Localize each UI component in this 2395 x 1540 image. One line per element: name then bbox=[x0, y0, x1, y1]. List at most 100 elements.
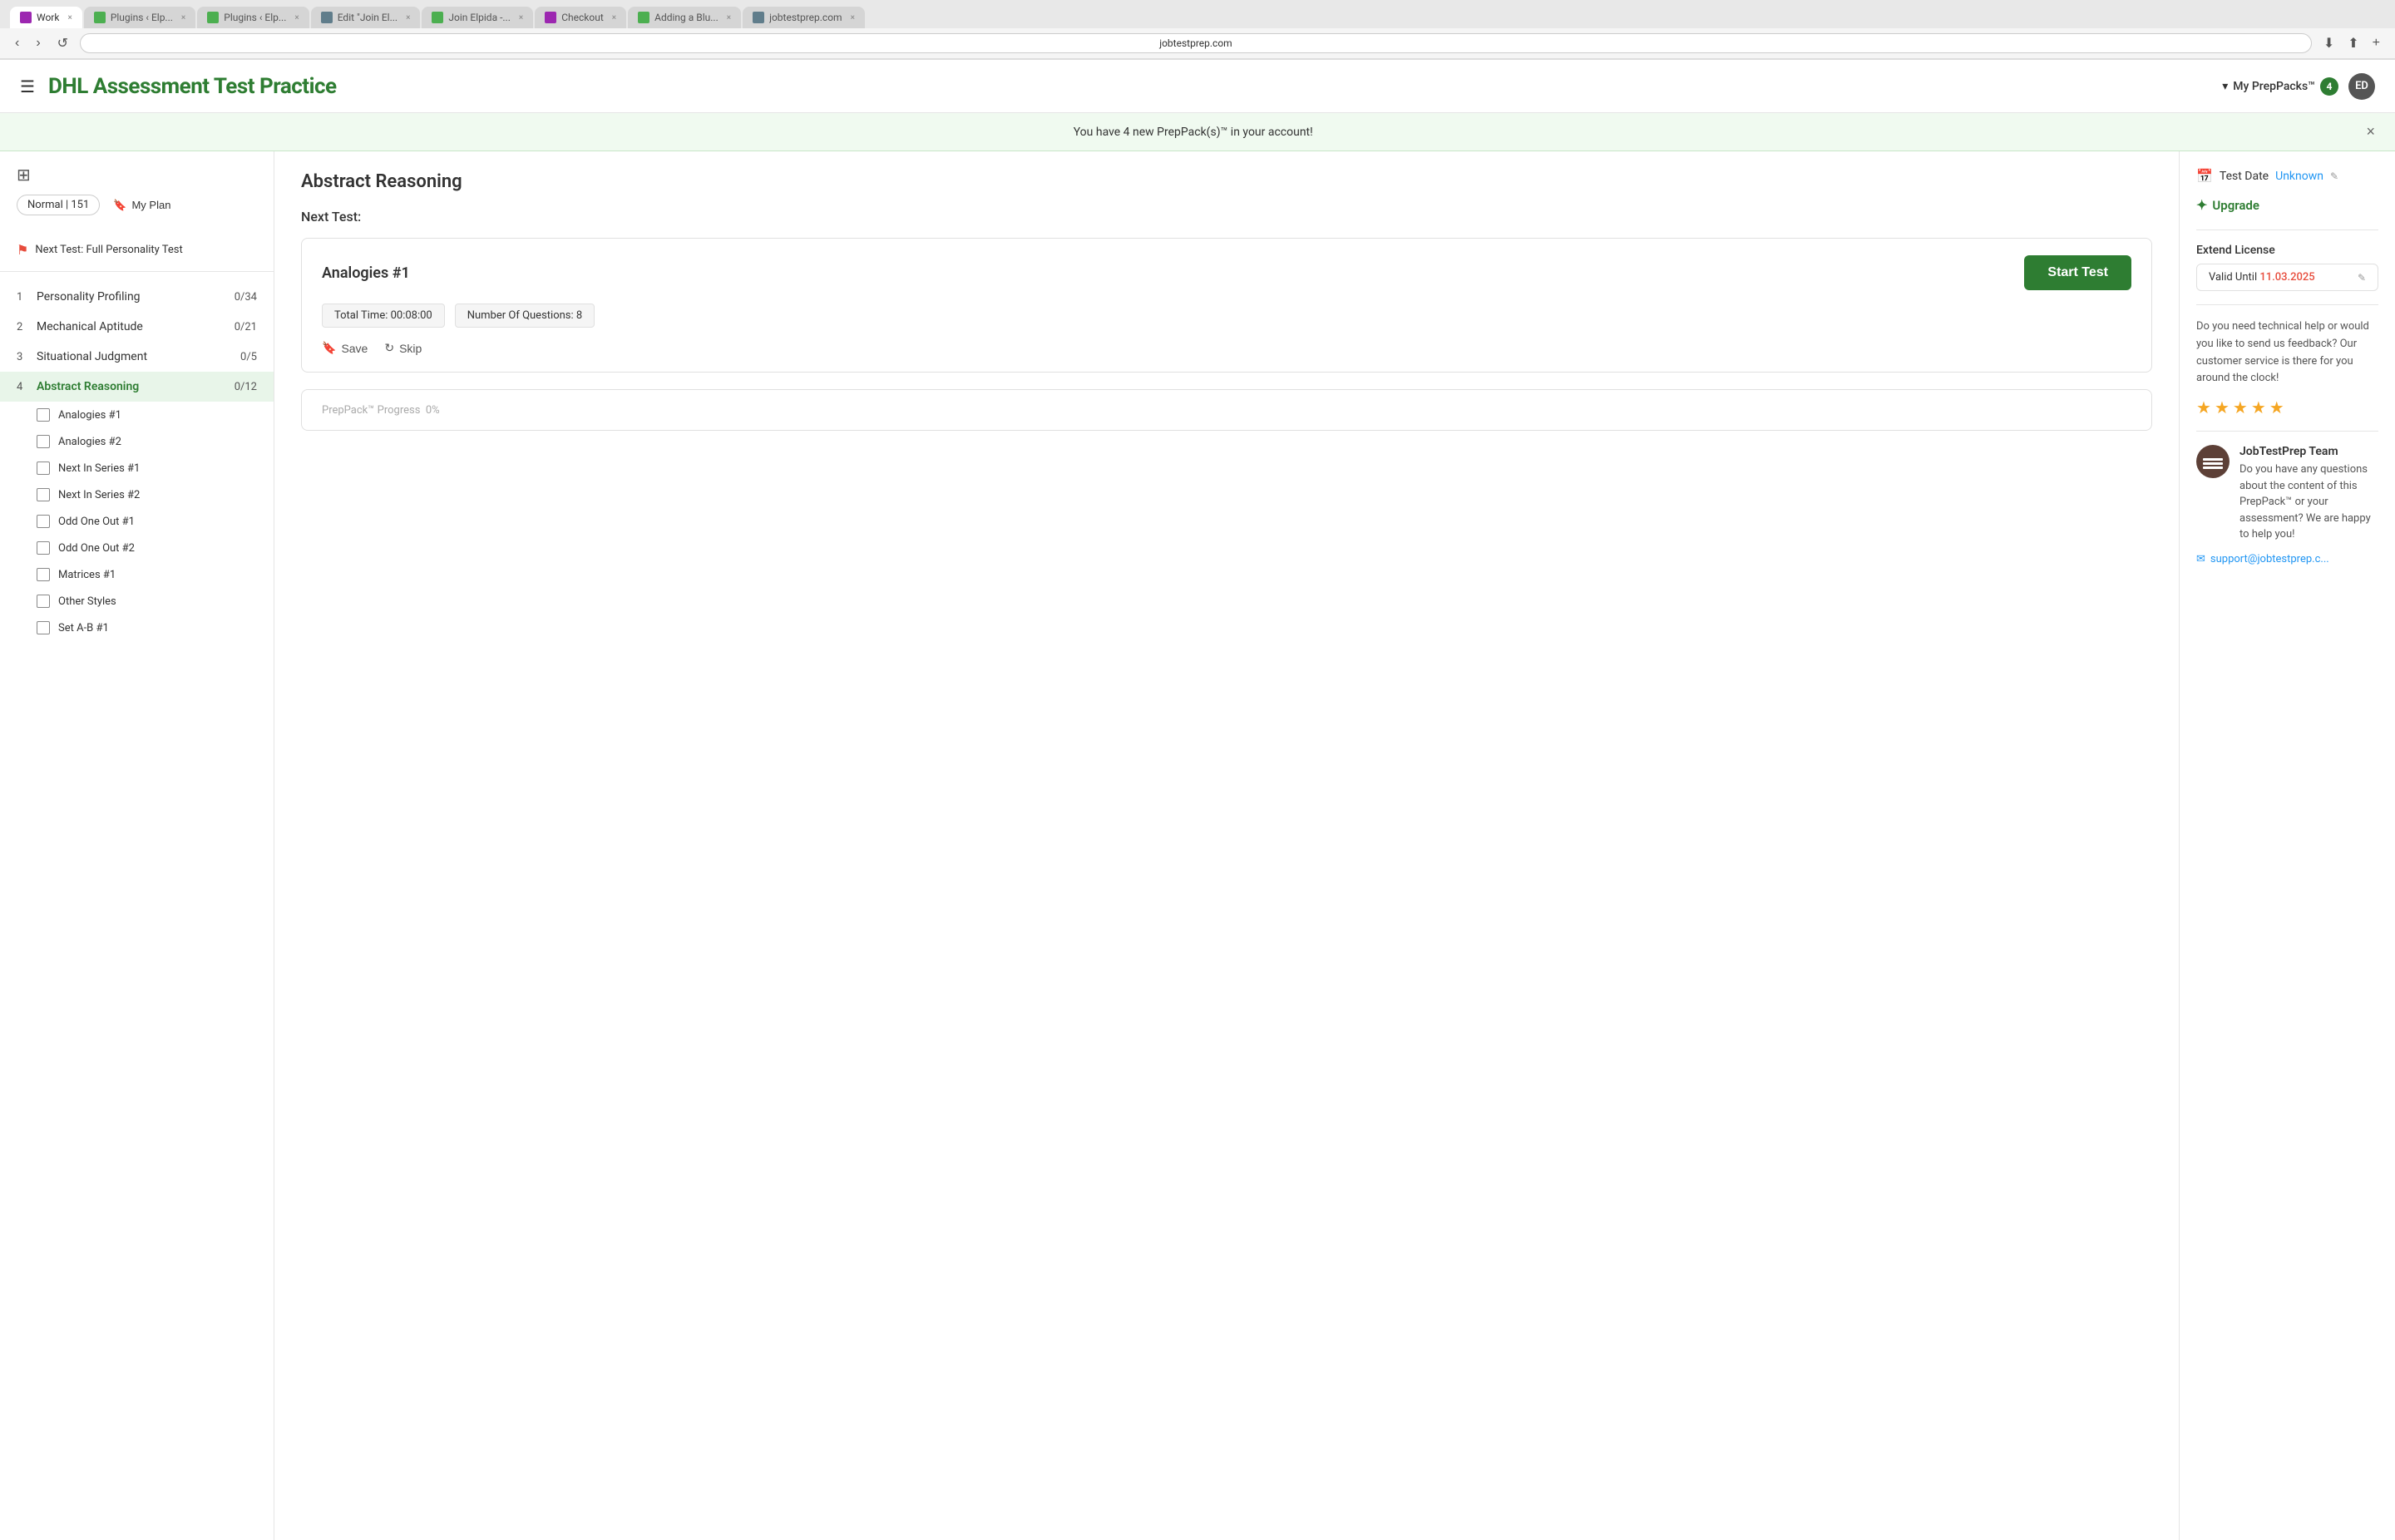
tab-close-plugins1[interactable]: × bbox=[181, 13, 185, 22]
tab-close-plugins2[interactable]: × bbox=[294, 13, 299, 22]
save-label: Save bbox=[341, 342, 368, 355]
address-text: jobtestprep.com bbox=[1159, 37, 1232, 49]
skip-button[interactable]: ↻ Skip bbox=[384, 341, 422, 355]
team-info: JobTestPrep Team Do you have any questio… bbox=[2239, 445, 2378, 543]
sub-item-analogies1[interactable]: Analogies #1 bbox=[0, 402, 274, 428]
tab-join[interactable]: Join Elpida -... × bbox=[422, 7, 533, 28]
item-label-mechanical: Mechanical Aptitude bbox=[37, 320, 235, 333]
tab-close-work[interactable]: × bbox=[67, 13, 72, 22]
sub-item-label-analogies2: Analogies #2 bbox=[58, 436, 121, 448]
tab-close-join[interactable]: × bbox=[519, 13, 523, 22]
tab-close-jobtest[interactable]: × bbox=[851, 13, 855, 22]
download-icon[interactable]: ⬇ bbox=[2318, 33, 2339, 53]
valid-until-text: Valid Until 11.03.2025 bbox=[2209, 271, 2315, 284]
avatar[interactable]: ED bbox=[2348, 73, 2375, 100]
item-num-3: 3 bbox=[17, 351, 37, 363]
refresh-button[interactable]: ↺ bbox=[52, 33, 73, 53]
sidebar-header: ⊞ Normal | 151 🔖 My Plan bbox=[0, 165, 274, 235]
tab-adding[interactable]: Adding a Blu... × bbox=[628, 7, 741, 28]
sidebar-filters: Normal | 151 🔖 My Plan bbox=[17, 195, 257, 215]
tab-work[interactable]: Work × bbox=[10, 7, 82, 28]
sidebar-item-personality[interactable]: 1 Personality Profiling 0/34 bbox=[0, 282, 274, 312]
item-label-personality: Personality Profiling bbox=[37, 290, 235, 304]
questions-badge: Number Of Questions: 8 bbox=[455, 304, 595, 328]
tab-close-checkout[interactable]: × bbox=[612, 13, 616, 22]
tab-checkout[interactable]: Checkout × bbox=[535, 7, 626, 28]
sparkle-icon: ✦ bbox=[2196, 197, 2207, 213]
tab-favicon-jobtest bbox=[753, 12, 764, 23]
sub-item-matrices1[interactable]: Matrices #1 bbox=[0, 561, 274, 588]
address-bar[interactable]: jobtestprep.com bbox=[80, 33, 2312, 53]
banner-close-button[interactable]: × bbox=[2366, 123, 2375, 141]
sidebar-item-mechanical[interactable]: 2 Mechanical Aptitude 0/21 bbox=[0, 312, 274, 342]
test-date-edit-icon[interactable]: ✎ bbox=[2330, 170, 2338, 182]
test-date-row: 📅 Test Date Unknown ✎ bbox=[2196, 168, 2378, 184]
banner-message: You have 4 new PrepPack(s)™ in your acco… bbox=[20, 126, 2366, 139]
sub-item-analogies2[interactable]: Analogies #2 bbox=[0, 428, 274, 455]
sidebar-item-situational[interactable]: 3 Situational Judgment 0/5 bbox=[0, 342, 274, 372]
sub-item-nextseries1[interactable]: Next In Series #1 bbox=[0, 455, 274, 481]
item-num-4: 4 bbox=[17, 381, 37, 393]
sub-item-setab1[interactable]: Set A-B #1 bbox=[0, 615, 274, 641]
tab-edit[interactable]: Edit "Join El... × bbox=[311, 7, 421, 28]
start-test-button[interactable]: Start Test bbox=[2024, 255, 2131, 290]
forward-button[interactable]: › bbox=[31, 34, 45, 52]
upgrade-button[interactable]: ✦ Upgrade bbox=[2196, 197, 2378, 213]
sub-item-label-nextseries1: Next In Series #1 bbox=[58, 462, 140, 475]
sub-item-icon-otherstyles bbox=[37, 595, 50, 608]
tab-label-join: Join Elpida -... bbox=[448, 12, 510, 23]
tab-plugins1[interactable]: Plugins ‹ Elp... × bbox=[84, 7, 195, 28]
tab-favicon-join bbox=[432, 12, 443, 23]
star-4: ★ bbox=[2251, 397, 2266, 417]
sub-item-oddone2[interactable]: Odd One Out #2 bbox=[0, 535, 274, 561]
tab-close-edit[interactable]: × bbox=[406, 13, 410, 22]
item-num-2: 2 bbox=[17, 321, 37, 333]
next-test-text: Next Test: Full Personality Test bbox=[35, 244, 182, 256]
back-button[interactable]: ‹ bbox=[10, 34, 24, 52]
tab-label-plugins2: Plugins ‹ Elp... bbox=[224, 12, 286, 23]
sub-item-icon-oddone2 bbox=[37, 541, 50, 555]
normal-filter-badge[interactable]: Normal | 151 bbox=[17, 195, 100, 215]
tab-label-checkout: Checkout bbox=[561, 12, 604, 23]
tab-label-jobtest: jobtestprep.com bbox=[769, 12, 842, 23]
sidebar-item-abstract[interactable]: 4 Abstract Reasoning 0/12 bbox=[0, 372, 274, 402]
tab-plugins2[interactable]: Plugins ‹ Elp... × bbox=[197, 7, 309, 28]
sub-item-label-oddone1: Odd One Out #1 bbox=[58, 516, 135, 528]
star-2: ★ bbox=[2215, 397, 2230, 417]
test-date-value[interactable]: Unknown bbox=[2275, 170, 2323, 183]
share-icon[interactable]: ⬆ bbox=[2343, 33, 2363, 53]
preppack-button[interactable]: ▾ My PrepPacks™ 4 bbox=[2222, 77, 2338, 96]
test-meta: Total Time: 00:08:00 Number Of Questions… bbox=[322, 304, 2131, 328]
progress-section: PrepPack™ Progress 0% bbox=[301, 389, 2152, 431]
sub-item-nextseries2[interactable]: Next In Series #2 bbox=[0, 481, 274, 508]
tab-label-work: Work bbox=[37, 12, 59, 23]
sub-item-icon-nextseries1 bbox=[37, 462, 50, 475]
sub-item-otherstyles[interactable]: Other Styles bbox=[0, 588, 274, 615]
flag-icon: ⚑ bbox=[17, 242, 28, 258]
star-rating: ★ ★ ★ ★ ★ bbox=[2196, 397, 2378, 417]
star-1: ★ bbox=[2196, 397, 2211, 417]
sub-item-oddone1[interactable]: Odd One Out #1 bbox=[0, 508, 274, 535]
test-actions: 🔖 Save ↻ Skip bbox=[322, 341, 2131, 355]
app-title: DHL Assessment Test Practice bbox=[48, 74, 337, 99]
new-tab-icon[interactable]: + bbox=[2368, 33, 2385, 53]
license-edit-icon[interactable]: ✎ bbox=[2358, 272, 2366, 284]
team-text: Do you have any questions about the cont… bbox=[2239, 462, 2378, 543]
sub-item-icon-nextseries2 bbox=[37, 488, 50, 501]
progress-label: PrepPack™ Progress bbox=[322, 404, 420, 417]
skip-label: Skip bbox=[399, 342, 422, 355]
my-plan-button[interactable]: 🔖 My Plan bbox=[106, 195, 177, 215]
progress-value: 0% bbox=[426, 404, 440, 417]
hamburger-menu-icon[interactable]: ☰ bbox=[20, 77, 35, 96]
header-right: ▾ My PrepPacks™ 4 ED bbox=[2222, 73, 2375, 100]
star-5: ★ bbox=[2269, 397, 2284, 417]
browser-chrome: Work × Plugins ‹ Elp... × Plugins ‹ Elp.… bbox=[0, 0, 2395, 60]
item-score-mechanical: 0/21 bbox=[235, 321, 257, 333]
support-email-text: support@jobtestprep.c... bbox=[2210, 553, 2329, 565]
tab-close-adding[interactable]: × bbox=[727, 13, 731, 22]
tab-jobtest[interactable]: jobtestprep.com × bbox=[743, 7, 865, 28]
support-email-link[interactable]: ✉ support@jobtestprep.c... bbox=[2196, 553, 2378, 565]
team-avatar bbox=[2196, 445, 2230, 478]
save-button[interactable]: 🔖 Save bbox=[322, 341, 368, 355]
notification-banner: You have 4 new PrepPack(s)™ in your acco… bbox=[0, 113, 2395, 151]
